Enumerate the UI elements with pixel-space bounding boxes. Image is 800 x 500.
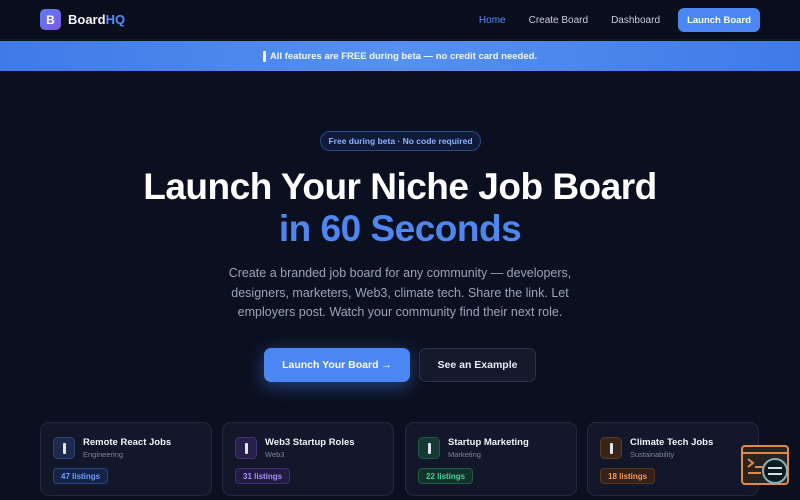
board-card-remote-react[interactable]: Remote React Jobs Engineering 47 listing…: [40, 422, 212, 496]
brand-name-main: Board: [68, 12, 106, 27]
listings-badge: 22 listings: [418, 468, 474, 484]
hero-title-line1: Launch Your Niche Job Board: [143, 166, 657, 207]
beta-banner: All features are FREE during beta — no c…: [0, 41, 800, 71]
brand-logo[interactable]: B BoardHQ: [40, 9, 125, 30]
board-icon: [600, 437, 622, 459]
nav-link-create-board[interactable]: Create Board: [529, 15, 588, 26]
brand-name-accent: HQ: [105, 12, 126, 27]
listings-badge: 47 listings: [53, 468, 109, 484]
help-chat-widget[interactable]: [741, 444, 791, 488]
launch-board-nav-button[interactable]: Launch Board: [678, 8, 760, 32]
card-category: Marketing: [448, 450, 481, 459]
listings-badge: 31 listings: [235, 468, 291, 484]
nav-links: Home Create Board Dashboard: [479, 0, 660, 40]
help-chat-icon: [741, 445, 789, 485]
board-glyph-icon: [244, 442, 248, 454]
banner-bar-icon: [262, 50, 266, 62]
card-title: Remote React Jobs: [83, 437, 172, 448]
brand-name: BoardHQ: [68, 12, 125, 27]
see-example-button[interactable]: See an Example: [419, 348, 536, 382]
board-glyph-icon: [609, 442, 613, 454]
card-category: Sustainability: [630, 450, 675, 459]
card-title: Startup Marketing: [448, 437, 529, 448]
card-title: Web3 Startup Roles: [265, 437, 355, 448]
card-category: Engineering: [83, 450, 124, 459]
beta-pill-badge: Free during beta · No code required: [320, 131, 481, 151]
listings-badge: 18 listings: [600, 468, 656, 484]
board-glyph-icon: [62, 442, 66, 454]
hero-title-line2: in 60 Seconds: [278, 208, 522, 249]
board-card-web3[interactable]: Web3 Startup Roles Web3 31 listings: [222, 422, 394, 496]
board-glyph-icon: [427, 442, 431, 454]
top-navbar: B BoardHQ Home Create Board Dashboard La…: [0, 0, 800, 40]
banner-text: All features are FREE during beta — no c…: [269, 50, 538, 62]
card-title: Climate Tech Jobs: [630, 437, 714, 448]
board-card-climate-tech[interactable]: Climate Tech Jobs Sustainability 18 list…: [587, 422, 759, 496]
nav-link-dashboard[interactable]: Dashboard: [611, 15, 660, 26]
card-category: Web3: [265, 450, 285, 459]
board-card-startup-marketing[interactable]: Startup Marketing Marketing 22 listings: [405, 422, 577, 496]
board-icon: [418, 437, 440, 459]
board-icon: [53, 437, 75, 459]
hero-subtitle: Create a branded job board for any commu…: [228, 266, 572, 319]
nav-link-home[interactable]: Home: [479, 15, 506, 26]
board-icon: [235, 437, 257, 459]
launch-your-board-button[interactable]: Launch Your Board →: [264, 348, 410, 382]
logo-mark-icon: B: [40, 9, 61, 30]
